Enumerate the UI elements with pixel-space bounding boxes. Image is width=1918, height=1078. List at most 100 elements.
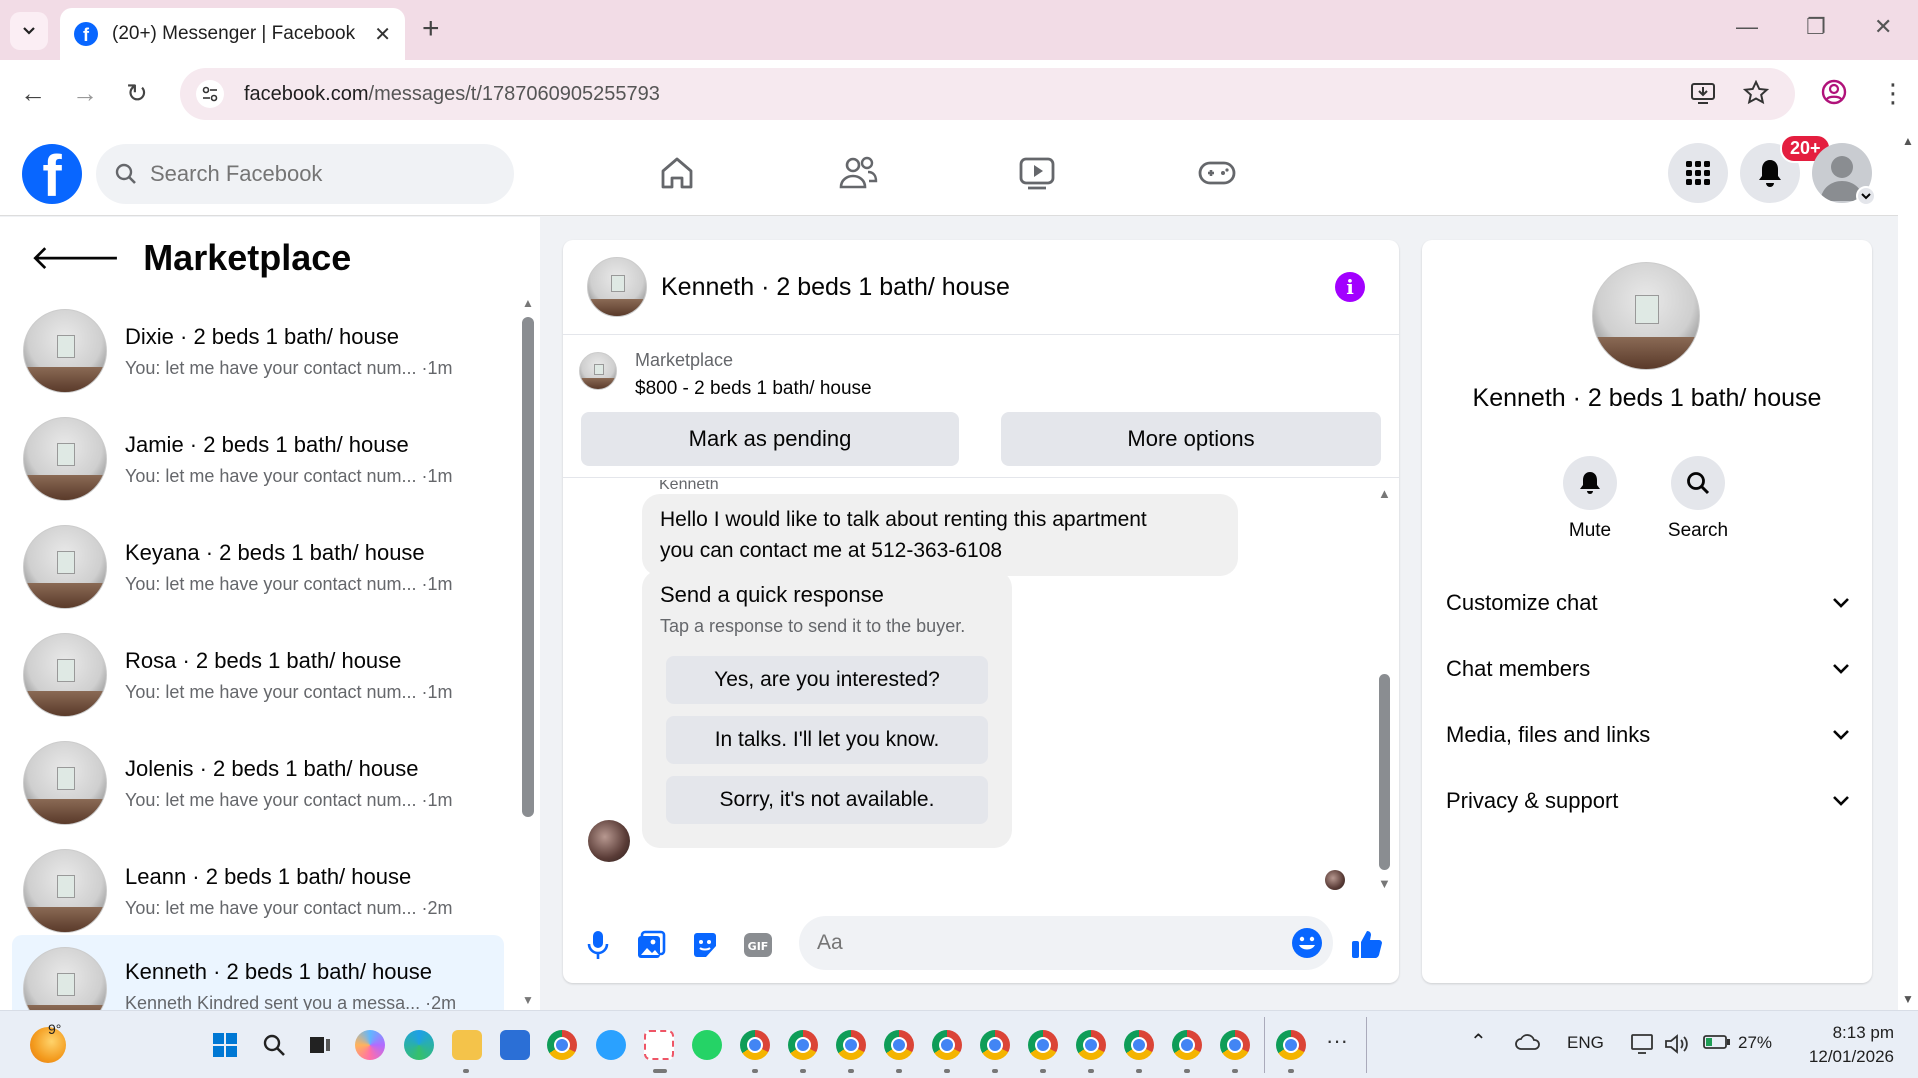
listing-price-title[interactable]: $800 - 2 beds 1 bath/ house [635,378,872,400]
system-clock[interactable]: 8:13 pm 12/01/2026 [1794,1021,1894,1069]
customize-chat-section[interactable]: Customize chat [1446,578,1850,628]
tab-close-icon[interactable]: ✕ [374,22,391,47]
minimize-button[interactable]: — [1736,14,1758,40]
chat-scrollbar-thumb[interactable] [1379,674,1390,870]
more-apps-icon[interactable]: ··· [1326,1030,1348,1052]
scrollbar-thumb[interactable] [522,317,534,817]
conversation-item[interactable]: Jamie · 2 beds 1 bath/ house You: let me … [12,407,504,511]
facebook-search[interactable] [96,144,514,204]
more-options-button[interactable]: More options [1001,412,1381,466]
search-in-chat-button[interactable]: Search [1658,456,1738,542]
chrome-window-icon[interactable] [932,1030,962,1060]
chrome-window-icon[interactable] [1172,1030,1202,1060]
conversation-item[interactable]: Jolenis · 2 beds 1 bath/ house You: let m… [12,731,504,835]
microphone-icon[interactable] [583,930,613,960]
install-app-icon[interactable] [1690,80,1716,111]
store-icon[interactable] [500,1030,530,1060]
page-scroll-down-icon[interactable]: ▼ [1902,992,1914,1006]
chat-scroll-up-arrow-icon[interactable]: ▲ [1378,486,1391,501]
gif-icon[interactable]: GIF [743,930,773,960]
quick-reply-in-talks-button[interactable]: In talks. I'll let you know. [666,716,988,764]
reload-button[interactable]: ↻ [126,80,148,106]
task-view-icon[interactable] [305,1030,335,1060]
browser-menu-icon[interactable]: ⋮ [1880,80,1906,106]
taskbar-search-icon[interactable] [259,1030,289,1060]
chrome-icon[interactable] [547,1030,577,1060]
quick-reply-not-available-button[interactable]: Sorry, it's not available. [666,776,988,824]
chrome-active-window-icon[interactable] [1276,1030,1306,1060]
chrome-window-icon[interactable] [1076,1030,1106,1060]
sender-avatar[interactable] [588,820,630,862]
scroll-up-arrow-icon[interactable]: ▲ [522,297,534,309]
bookmark-star-icon[interactable] [1742,79,1770,111]
chat-listing-avatar[interactable] [587,257,647,317]
conversation-item[interactable]: Rosa · 2 beds 1 bath/ house You: let me h… [12,623,504,727]
message-input[interactable] [817,931,1277,955]
tray-chevron-up-icon[interactable]: ⌃ [1470,1029,1487,1054]
chat-scroll-down-arrow-icon[interactable]: ▼ [1378,876,1391,891]
volume-icon[interactable] [1664,1033,1690,1060]
battery-icon[interactable] [1702,1033,1732,1056]
chrome-window-icon[interactable] [1124,1030,1154,1060]
site-info-icon[interactable] [196,80,224,108]
conversation-item[interactable]: Keyana · 2 beds 1 bath/ house You: let me… [12,515,504,619]
back-button[interactable]: ← [20,80,46,106]
chrome-window-icon[interactable] [740,1030,770,1060]
address-bar[interactable]: facebook.com/messages/t/1787060905255793 [180,68,1795,120]
profile-icon[interactable] [1820,78,1848,110]
input-language[interactable]: ENG [1567,1033,1604,1053]
mail-app-icon[interactable] [596,1030,626,1060]
home-icon[interactable] [652,148,702,198]
chat-title[interactable]: Kenneth · 2 beds 1 bath/ house [661,273,1010,302]
facebook-logo[interactable]: f [22,144,82,204]
gaming-icon[interactable] [1192,148,1242,198]
copilot-icon[interactable] [355,1030,385,1060]
mute-button[interactable]: Mute [1550,456,1630,542]
account-chevron-icon[interactable] [1856,186,1876,206]
conversation-list-scrollbar[interactable]: ▲ [522,297,534,817]
privacy-support-section[interactable]: Privacy & support [1446,776,1850,826]
sticker-icon[interactable] [690,930,720,960]
browser-tab-messenger[interactable]: f (20+) Messenger | Facebook ✕ [60,8,405,60]
details-listing-avatar[interactable] [1592,262,1700,370]
incoming-message-bubble[interactable]: Hello I would like to talk about renting… [642,494,1238,576]
media-files-links-section[interactable]: Media, files and links [1446,710,1850,760]
chat-members-section[interactable]: Chat members [1446,644,1850,694]
photo-icon[interactable] [636,930,666,960]
message-input-box[interactable] [799,916,1333,970]
facebook-search-input[interactable] [150,161,480,187]
quick-reply-interested-button[interactable]: Yes, are you interested? [666,656,988,704]
tab-search-button[interactable] [10,12,48,50]
conversation-item[interactable]: Leann · 2 beds 1 bath/ house You: let me … [12,839,504,943]
conversation-item[interactable]: Dixie · 2 beds 1 bath/ house You: let me … [12,299,504,403]
menu-grid-button[interactable] [1668,143,1728,203]
edge-icon[interactable] [404,1030,434,1060]
network-display-icon[interactable] [1630,1033,1656,1060]
chrome-window-icon[interactable] [1028,1030,1058,1060]
chrome-window-icon[interactable] [1220,1030,1250,1060]
onedrive-cloud-icon[interactable] [1514,1033,1542,1056]
page-scrollbar[interactable]: ▲ ▼ [1898,130,1918,1010]
snipping-tool-icon[interactable] [644,1030,674,1060]
emoji-icon[interactable] [1291,927,1323,964]
file-explorer-icon[interactable] [452,1030,482,1060]
scroll-down-arrow-icon[interactable]: ▼ [522,993,534,1007]
back-arrow-icon[interactable]: 🡐 [30,241,121,275]
chrome-window-icon[interactable] [980,1030,1010,1060]
whatsapp-icon[interactable] [692,1030,722,1060]
start-windows-icon[interactable] [210,1030,240,1060]
conversation-item-active[interactable]: Kenneth · 2 beds 1 bath/ house Kenneth Ki… [12,935,504,1010]
new-tab-button[interactable]: + [422,14,440,44]
chrome-window-icon[interactable] [836,1030,866,1060]
chrome-window-icon[interactable] [884,1030,914,1060]
close-window-button[interactable]: ✕ [1874,14,1892,40]
like-thumbs-up-icon[interactable] [1349,926,1385,962]
friends-icon[interactable] [833,148,883,198]
mark-as-pending-button[interactable]: Mark as pending [581,412,959,466]
restore-button[interactable]: ❐ [1806,14,1826,40]
url-text[interactable]: facebook.com/messages/t/1787060905255793 [244,83,660,106]
chrome-window-icon[interactable] [788,1030,818,1060]
video-icon[interactable] [1012,148,1062,198]
info-icon[interactable]: i [1335,272,1365,302]
page-scroll-up-icon[interactable]: ▲ [1902,134,1914,148]
